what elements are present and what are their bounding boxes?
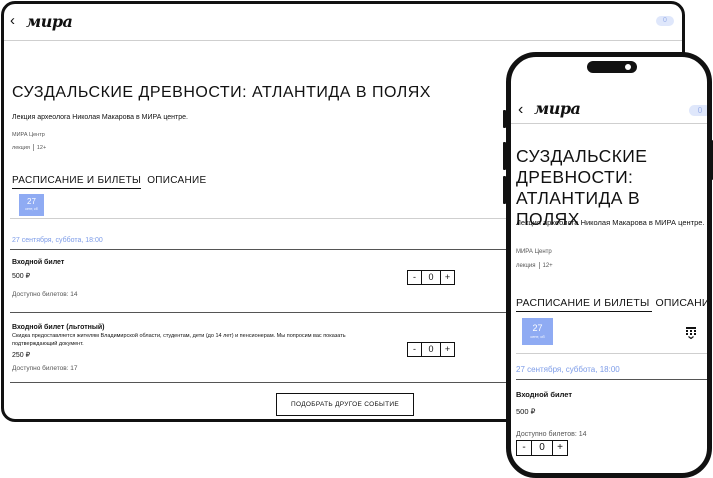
event-meta: лекция 12+: [12, 144, 46, 151]
increment-button[interactable]: +: [441, 343, 454, 356]
tab-schedule[interactable]: РАСПИСАНИЕ И БИЛЕТЫ: [516, 297, 649, 311]
divider: [511, 123, 707, 124]
date-chip[interactable]: 27 сент, сб: [522, 318, 553, 345]
phone-notch: [587, 61, 637, 73]
quantity-value: 0: [531, 441, 553, 455]
divider: [516, 379, 707, 380]
tab-description[interactable]: ОПИСАНИЕ: [655, 297, 707, 311]
event-venue: МИРА Центр: [12, 132, 45, 138]
back-chevron-icon[interactable]: ‹: [518, 102, 523, 118]
meta-divider: [538, 262, 540, 269]
meta-divider: [32, 144, 34, 151]
event-age: 12+: [542, 263, 553, 270]
session-date: 27 сентября, суббота, 18:00: [12, 237, 103, 244]
ticket-item: Входной билет 500 ₽ Доступно билетов: 14: [12, 259, 78, 298]
event-venue: МИРА Центр: [516, 249, 552, 255]
date-chip[interactable]: 27 сент, сб: [19, 194, 44, 216]
divider: [516, 353, 707, 354]
date-chip-day: 27: [27, 197, 36, 206]
logo[interactable]: мира: [534, 99, 581, 118]
event-subtitle: Лекция археолога Николая Макарова в МИРА…: [12, 114, 188, 121]
ticket-price: 250 ₽: [12, 352, 31, 359]
event-type: лекция: [516, 263, 536, 270]
tabs: РАСПИСАНИЕ И БИЛЕТЫ ОПИСАНИЕ: [12, 175, 207, 189]
decrement-button[interactable]: -: [408, 271, 421, 284]
more-events-button[interactable]: ПОДОБРАТЬ ДРУГОЕ СОБЫТИЕ: [276, 393, 414, 416]
tab-description[interactable]: ОПИСАНИЕ: [147, 175, 206, 188]
date-chip-day: 27: [532, 323, 543, 333]
ticket-item: Входной билет (льготный) Скидка предоста…: [12, 324, 392, 372]
active-tab-underline: [516, 311, 652, 312]
ticket-price: 500 ₽: [516, 407, 536, 416]
cart-counter[interactable]: 0: [656, 16, 674, 26]
quantity-value: 0: [421, 343, 441, 356]
calendar-icon[interactable]: [686, 327, 696, 339]
increment-button[interactable]: +: [553, 441, 567, 455]
ticket-price: 500 ₽: [12, 273, 31, 280]
decrement-button[interactable]: -: [517, 441, 531, 455]
ticket-item: Входной билет 500 ₽ Доступно билетов: 14: [516, 390, 587, 438]
back-chevron-icon[interactable]: ‹: [10, 13, 15, 28]
tab-schedule[interactable]: РАСПИСАНИЕ И БИЛЕТЫ: [12, 175, 142, 189]
cart-counter[interactable]: 0: [689, 105, 707, 116]
tabs: РАСПИСАНИЕ И БИЛЕТЫ ОПИСАНИЕ: [516, 297, 707, 311]
ticket-description: Скидка предоставляется жителям Владимирс…: [12, 333, 346, 347]
ticket-availability: Доступно билетов: 17: [12, 365, 78, 372]
header: ‹ мира 0: [4, 4, 682, 41]
ticket-name: Входной билет (льготный): [12, 324, 105, 331]
event-title: СУЗДАЛЬСКИЕ ДРЕВНОСТИ: АТЛАНТИДА В ПОЛЯХ: [12, 84, 431, 101]
session-date: 27 сентября, суббота, 18:00: [516, 365, 620, 374]
quantity-stepper: - 0 +: [516, 440, 568, 456]
phone-frame: ‹ мира 0 СУЗДАЛЬСКИЕ ДРЕВНОСТИ: АТЛАНТИД…: [506, 52, 712, 478]
ticket-availability: Доступно билетов: 14: [12, 291, 78, 298]
logo[interactable]: мира: [26, 12, 73, 31]
event-meta: лекция 12+: [516, 262, 553, 269]
increment-button[interactable]: +: [441, 271, 454, 284]
ticket-availability: Доступно билетов: 14: [516, 431, 587, 438]
event-type: лекция: [12, 144, 30, 151]
event-subtitle: Лекция археолога Николая Макарова в МИРА…: [516, 218, 705, 227]
ticket-name: Входной билет: [12, 259, 65, 266]
event-age: 12+: [36, 144, 47, 151]
ticket-name: Входной билет: [516, 390, 573, 399]
date-chip-weekday: сент, сб: [25, 207, 38, 211]
camera-icon: [625, 64, 631, 70]
quantity-stepper: - 0 +: [407, 270, 455, 285]
decrement-button[interactable]: -: [408, 343, 421, 356]
quantity-stepper: - 0 +: [407, 342, 455, 357]
quantity-value: 0: [421, 271, 441, 284]
date-chip-weekday: сент, сб: [530, 334, 545, 339]
